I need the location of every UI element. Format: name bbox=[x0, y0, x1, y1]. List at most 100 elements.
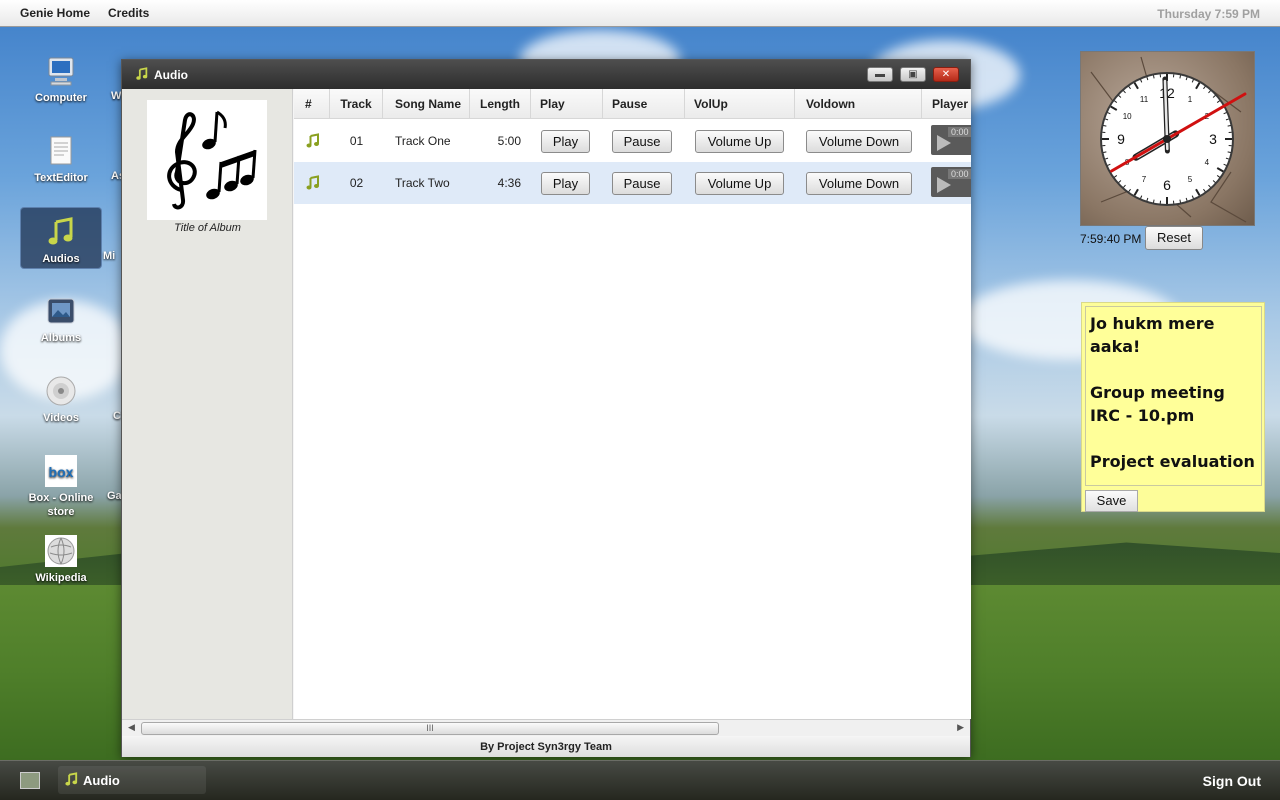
music-note-icon bbox=[48, 217, 73, 245]
clock-tick bbox=[1103, 151, 1107, 154]
desktop-icon-computer[interactable]: Computer bbox=[20, 47, 102, 109]
clock-number: 9 bbox=[1117, 131, 1125, 147]
player-time: 0:00 bbox=[948, 127, 971, 137]
desktop-icon-texteditor[interactable]: TextEditor bbox=[20, 127, 102, 189]
scroll-left-arrow-icon[interactable]: ◀ bbox=[128, 722, 135, 733]
column-header-number[interactable]: # bbox=[294, 89, 330, 119]
svg-text:box: box bbox=[49, 464, 74, 480]
song-name: Track Two bbox=[395, 176, 450, 190]
clock-tick bbox=[1227, 151, 1231, 154]
clock-number: 10 bbox=[1123, 112, 1132, 121]
desktop-icon-box[interactable]: box Box - Online store bbox=[20, 447, 102, 519]
clock-number: 5 bbox=[1188, 175, 1193, 184]
column-header-song-name[interactable]: Song Name bbox=[383, 89, 470, 119]
column-header-voldown[interactable]: Voldown bbox=[795, 89, 922, 119]
desktop-icon-label: Videos bbox=[43, 412, 79, 424]
album-cover bbox=[147, 100, 267, 220]
clock-number: 7 bbox=[1142, 175, 1147, 184]
taskbar: Audio Sign Out bbox=[0, 760, 1280, 800]
disc-icon bbox=[46, 376, 76, 406]
column-header-pause[interactable]: Pause bbox=[603, 89, 685, 119]
scroll-right-arrow-icon[interactable]: ▶ bbox=[957, 722, 964, 733]
clock-time-readout: 7:59:40 PM bbox=[1080, 232, 1142, 246]
audio-player[interactable]: 0:00 bbox=[931, 125, 971, 155]
window-title: Audio bbox=[154, 68, 188, 82]
minimize-icon: ▬ bbox=[875, 69, 885, 80]
desktop-icon-wikipedia[interactable]: Wikipedia bbox=[20, 527, 102, 589]
desktop-icon-label: Albums bbox=[40, 332, 82, 344]
play-button[interactable]: Play bbox=[541, 130, 590, 153]
note-textarea[interactable]: Jo hukm mere aaka! Group meeting IRC - 1… bbox=[1085, 306, 1262, 486]
window-titlebar[interactable]: Audio ▬ ▣ ✕ bbox=[122, 60, 970, 89]
table-row[interactable]: 01 Track One 5:00 Play Pause Volume Up V… bbox=[294, 120, 971, 162]
clock-number: 4 bbox=[1205, 158, 1210, 167]
volume-up-button[interactable]: Volume Up bbox=[695, 172, 784, 195]
pause-button[interactable]: Pause bbox=[612, 130, 672, 153]
volume-up-button[interactable]: Volume Up bbox=[695, 130, 784, 153]
close-button[interactable]: ✕ bbox=[933, 67, 959, 82]
horizontal-scrollbar[interactable]: ◀ III ▶ bbox=[122, 719, 970, 736]
play-icon[interactable] bbox=[937, 177, 951, 193]
topbar-clock: Thursday 7:59 PM bbox=[1157, 7, 1260, 21]
clock-number: 11 bbox=[1140, 95, 1149, 104]
volume-down-button[interactable]: Volume Down bbox=[806, 172, 912, 195]
menu-genie-home[interactable]: Genie Home bbox=[20, 6, 90, 20]
column-header-track[interactable]: Track bbox=[330, 89, 383, 119]
desktop-icon-videos[interactable]: Videos bbox=[20, 367, 102, 429]
maximize-button[interactable]: ▣ bbox=[900, 67, 926, 82]
clock-tick bbox=[1152, 75, 1155, 79]
clock-face-icon: 123456789101112 bbox=[1090, 56, 1247, 223]
show-desktop-icon[interactable] bbox=[20, 772, 40, 789]
track-number: 01 bbox=[349, 134, 364, 148]
song-name: Track One bbox=[395, 134, 451, 148]
clock-tick bbox=[1179, 199, 1182, 203]
clock-tick bbox=[1227, 124, 1231, 127]
desktop-icon-albums[interactable]: Albums bbox=[20, 287, 102, 349]
music-note-icon bbox=[306, 133, 319, 148]
note-save-button[interactable]: Save bbox=[1085, 490, 1138, 512]
partial-icon-label: C bbox=[113, 410, 121, 422]
table-row[interactable]: 02 Track Two 4:36 Play Pause Volume Up V… bbox=[294, 162, 971, 204]
top-menu-bar: Genie Home Credits Thursday 7:59 PM bbox=[0, 0, 1280, 27]
column-header-play[interactable]: Play bbox=[531, 89, 603, 119]
desktop-icon-label: Audios bbox=[42, 253, 80, 265]
clock-tick bbox=[1152, 199, 1155, 203]
menu-credits[interactable]: Credits bbox=[108, 6, 149, 20]
table-header: # Track Song Name Length Play Pause VolU… bbox=[294, 89, 971, 119]
column-header-volup[interactable]: VolUp bbox=[685, 89, 795, 119]
column-header-player[interactable]: Player bbox=[922, 89, 971, 119]
computer-icon bbox=[48, 57, 74, 86]
clock-tick bbox=[1103, 124, 1107, 127]
desktop-icon-audios[interactable]: Audios bbox=[20, 207, 102, 269]
volume-down-button[interactable]: Volume Down bbox=[806, 130, 912, 153]
player-time: 0:00 bbox=[948, 169, 971, 179]
reset-button[interactable]: Reset bbox=[1145, 226, 1203, 250]
scrollbar-thumb[interactable]: III bbox=[141, 722, 719, 735]
taskbar-item-audio[interactable]: Audio bbox=[58, 766, 206, 794]
pause-button[interactable]: Pause bbox=[612, 172, 672, 195]
album-caption: Title of Album bbox=[174, 222, 241, 234]
analog-clock-widget: 123456789101112 bbox=[1080, 51, 1255, 226]
audio-player[interactable]: 0:00 bbox=[931, 167, 971, 197]
track-length: 4:36 bbox=[497, 176, 521, 190]
sticky-note-widget: Jo hukm mere aaka! Group meeting IRC - 1… bbox=[1081, 302, 1265, 512]
music-notes-icon bbox=[167, 110, 257, 210]
partial-icon-label: W bbox=[111, 90, 122, 102]
track-length: 5:00 bbox=[497, 134, 521, 148]
album-pane: Title of Album bbox=[122, 89, 293, 719]
sign-out-button[interactable]: Sign Out bbox=[1203, 773, 1261, 789]
box-logo-icon: box bbox=[45, 455, 77, 487]
clock-number: 3 bbox=[1209, 131, 1217, 147]
taskbar-item-label: Audio bbox=[83, 773, 120, 788]
play-icon[interactable] bbox=[937, 135, 951, 151]
minimize-button[interactable]: ▬ bbox=[867, 67, 893, 82]
play-button[interactable]: Play bbox=[541, 172, 590, 195]
track-number: 02 bbox=[349, 176, 364, 190]
column-header-length[interactable]: Length bbox=[470, 89, 531, 119]
desktop-icon-label: Computer bbox=[35, 92, 87, 104]
desktop-icon-label: Wikipedia bbox=[35, 572, 87, 584]
close-icon: ✕ bbox=[941, 69, 951, 80]
clock-number: 1 bbox=[1188, 95, 1193, 104]
wikipedia-globe-icon bbox=[45, 535, 77, 567]
music-note-icon bbox=[65, 772, 78, 786]
